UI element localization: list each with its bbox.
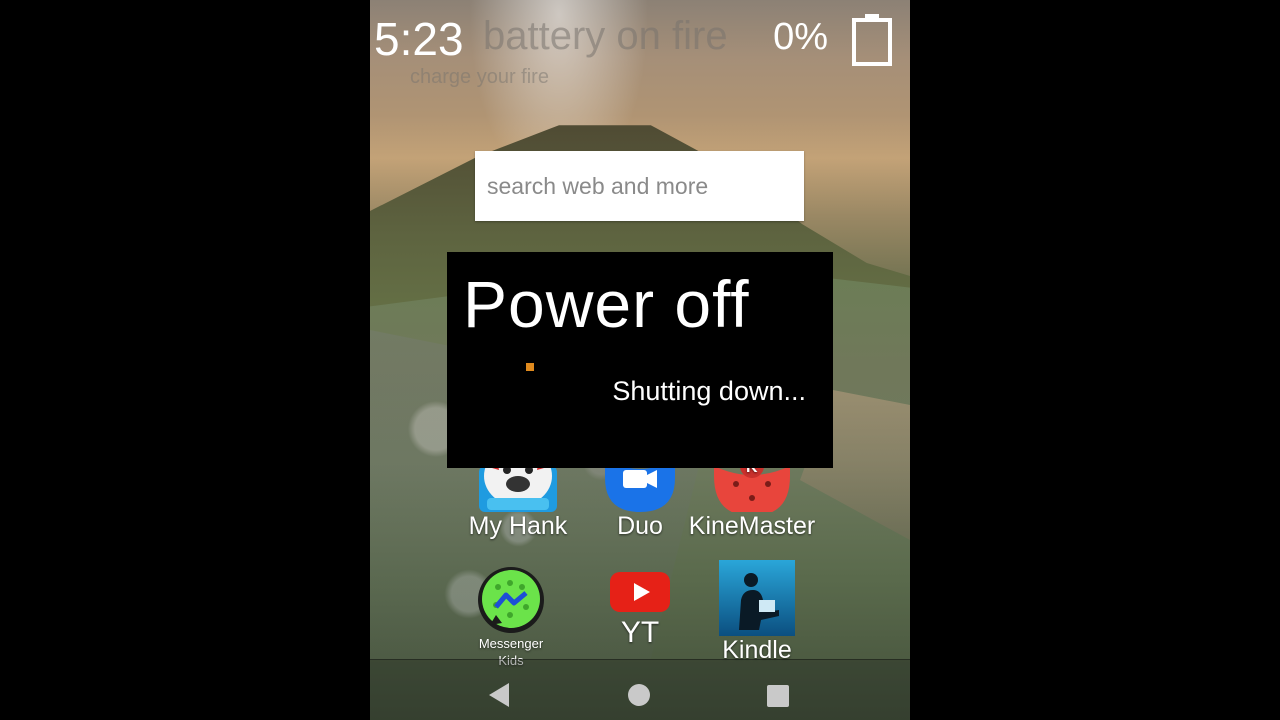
kindle-icon <box>719 560 795 636</box>
progress-spinner-icon <box>526 363 534 371</box>
app-yt[interactable]: YT <box>600 570 680 650</box>
search-input[interactable] <box>475 151 804 221</box>
power-off-dialog: Power off Shutting down... <box>447 252 833 468</box>
home-icon[interactable] <box>628 684 650 706</box>
recents-icon[interactable] <box>767 685 789 707</box>
app-label: My Hank <box>468 512 568 540</box>
app-messenger-kids[interactable]: Messenger Kids <box>465 565 557 669</box>
battery-icon <box>852 14 892 66</box>
app-kindle[interactable]: Kindle <box>712 560 802 665</box>
app-label: Duo <box>617 512 663 540</box>
navigation-bar <box>370 659 910 720</box>
status-bar: 5:23 0% <box>370 0 910 80</box>
dialog-message: Shutting down... <box>612 376 806 406</box>
battery-percent: 0% <box>773 16 828 58</box>
search-bar[interactable] <box>475 151 804 221</box>
status-time: 5:23 <box>374 13 464 65</box>
app-label: YT <box>620 616 660 649</box>
dialog-title: Power off <box>463 267 750 341</box>
phone-screen: battery on fire charge your fire 5:23 0% <box>370 0 910 720</box>
back-icon[interactable] <box>487 682 511 708</box>
youtube-icon <box>610 570 670 614</box>
app-label: KineMaster <box>688 512 816 540</box>
messenger-kids-icon <box>476 565 546 635</box>
